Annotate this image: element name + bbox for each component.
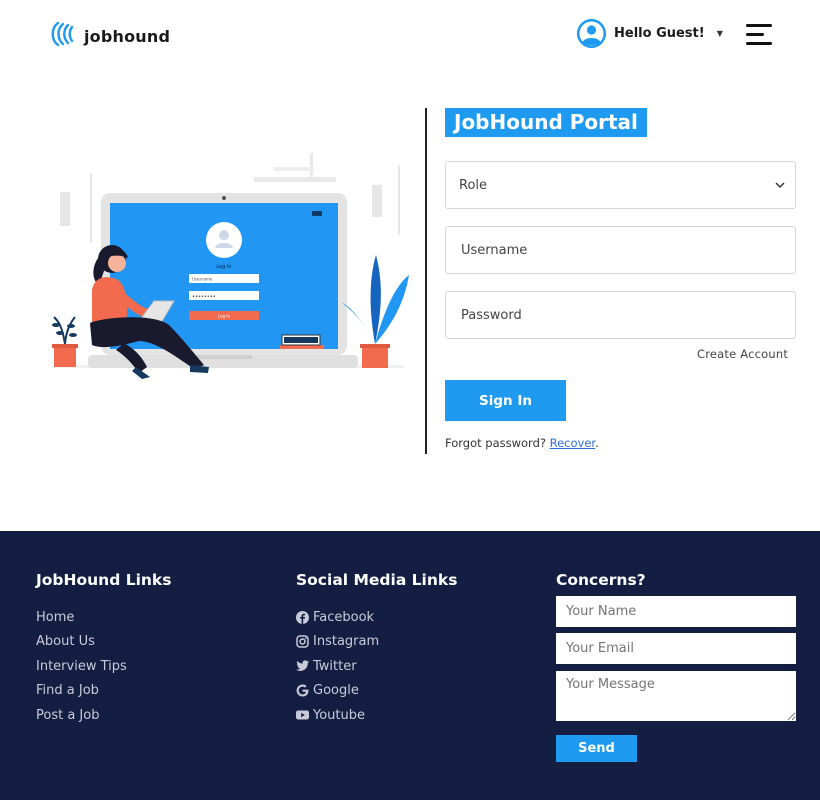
login-illustration: Log In Username •••••••• Log In bbox=[44, 145, 414, 385]
role-select-value: Role bbox=[459, 177, 488, 193]
user-dropdown[interactable]: Hello Guest! ▼ bbox=[577, 19, 723, 48]
footer-social-title: Social Media Links bbox=[296, 571, 458, 589]
forgot-password-label: Forgot password? bbox=[445, 436, 546, 450]
password-input[interactable] bbox=[461, 292, 795, 338]
footer-link-find-a-job[interactable]: Find a Job bbox=[36, 679, 127, 704]
illustration-password-dots: •••••••• bbox=[192, 294, 216, 300]
footer-link-about-us[interactable]: About Us bbox=[36, 630, 127, 655]
sign-in-button[interactable]: Sign In bbox=[445, 380, 566, 421]
concern-name-input[interactable] bbox=[556, 596, 796, 627]
social-link-label: Google bbox=[313, 683, 359, 699]
recover-link[interactable]: Recover bbox=[550, 436, 595, 450]
footer-link-post-a-job[interactable]: Post a Job bbox=[36, 703, 127, 728]
social-link-instagram[interactable]: Instagram bbox=[296, 630, 379, 655]
footer-link-home[interactable]: Home bbox=[36, 605, 127, 630]
hamburger-menu-icon[interactable] bbox=[746, 24, 772, 46]
social-link-label: Instagram bbox=[313, 634, 380, 650]
send-button[interactable]: Send bbox=[556, 735, 637, 762]
footer-concerns-title: Concerns? bbox=[556, 571, 646, 589]
social-link-label: Facebook bbox=[313, 609, 375, 625]
footer-links-list: Home About Us Interview Tips Find a Job … bbox=[36, 605, 127, 728]
role-select[interactable]: Role bbox=[445, 161, 796, 209]
illustration-login-title: Log In bbox=[216, 264, 231, 270]
username-input[interactable] bbox=[461, 227, 795, 273]
footer-link-interview-tips[interactable]: Interview Tips bbox=[36, 654, 127, 679]
brand-logo[interactable]: jobhound bbox=[50, 20, 170, 52]
top-navbar: jobhound Hello Guest! ▼ bbox=[0, 0, 820, 70]
password-field-wrapper bbox=[445, 291, 796, 339]
concern-message-textarea[interactable] bbox=[556, 671, 796, 721]
footer-social-list: Facebook Instagram Twitter Google Youtub… bbox=[296, 605, 379, 728]
youtube-icon bbox=[296, 709, 309, 722]
instagram-icon bbox=[296, 635, 309, 648]
social-link-google[interactable]: Google bbox=[296, 679, 379, 704]
forgot-password-text: Forgot password? Recover. bbox=[445, 436, 599, 450]
concern-email-input[interactable] bbox=[556, 633, 796, 664]
caret-down-icon: ▼ bbox=[716, 29, 723, 38]
chevron-down-icon bbox=[775, 178, 785, 193]
greeting-text: Hello Guest! bbox=[614, 26, 705, 41]
footer: JobHound Links Home About Us Interview T… bbox=[0, 531, 820, 800]
portal-title: JobHound Portal bbox=[445, 108, 647, 137]
illustration-username-label: Username bbox=[192, 277, 213, 282]
vertical-divider bbox=[425, 108, 427, 454]
facebook-icon bbox=[296, 610, 309, 624]
google-icon bbox=[296, 684, 309, 697]
social-link-label: Youtube bbox=[313, 707, 365, 723]
twitter-icon bbox=[296, 660, 309, 673]
user-avatar-icon bbox=[577, 19, 606, 48]
footer-links-title: JobHound Links bbox=[36, 571, 172, 589]
social-link-twitter[interactable]: Twitter bbox=[296, 654, 379, 679]
illustration-login-button: Log In bbox=[218, 314, 231, 319]
recover-suffix: . bbox=[595, 436, 599, 450]
social-link-label: Twitter bbox=[313, 658, 357, 674]
create-account-link[interactable]: Create Account bbox=[697, 347, 788, 361]
social-link-youtube[interactable]: Youtube bbox=[296, 703, 379, 728]
brand-name: jobhound bbox=[84, 26, 171, 46]
jobhound-logo-icon bbox=[50, 20, 78, 52]
username-field-wrapper bbox=[445, 226, 796, 274]
social-link-facebook[interactable]: Facebook bbox=[296, 605, 379, 630]
